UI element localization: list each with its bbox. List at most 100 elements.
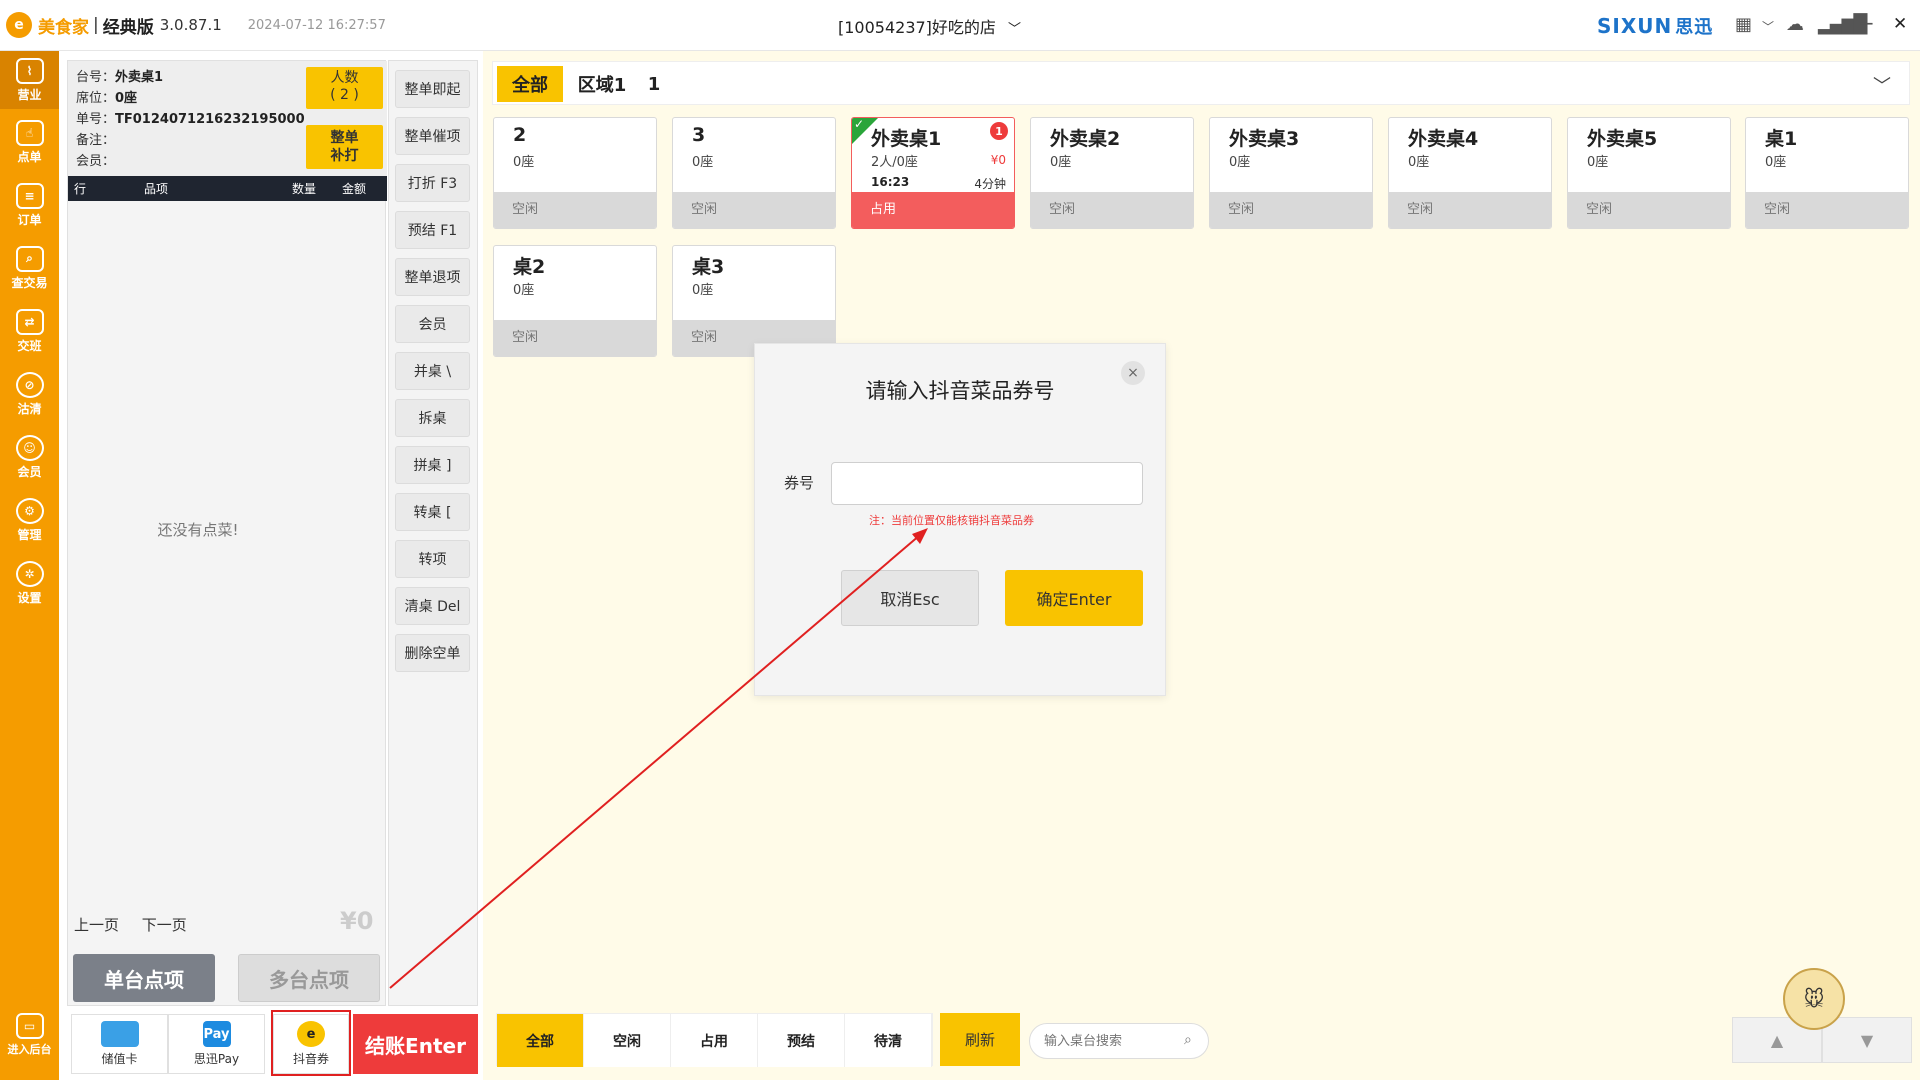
app-edition: 经典版 xyxy=(102,17,154,38)
search-doc-icon: ⌕ xyxy=(15,245,44,272)
multi-order-button[interactable]: 多台点项 xyxy=(238,954,380,1002)
item-count-badge: 1 xyxy=(990,122,1008,140)
table-seat: 0座 xyxy=(1765,155,1787,170)
close-icon[interactable]: ✕ xyxy=(1893,14,1907,34)
chevron-down-icon[interactable]: ﹀ xyxy=(1873,72,1891,98)
table-card-takeout-1[interactable]: ✓ 外卖桌1 1 2人/0座 ¥0 16:23 4分钟 占用 xyxy=(851,117,1015,229)
chevron-down-icon[interactable]: ﹀ xyxy=(1762,18,1774,35)
filter-occupied[interactable]: 占用 xyxy=(671,1014,758,1067)
filter-free[interactable]: 空闲 xyxy=(584,1014,671,1067)
coupon-note: 注：当前位置仅能核销抖音菜品券 xyxy=(869,514,1034,527)
order-items-header: 行 品项 数量 金额 xyxy=(68,176,387,201)
join-table-button[interactable]: 拼桌 ] xyxy=(395,446,470,484)
sixun-pay-button[interactable]: Pay 思迅Pay xyxy=(168,1014,265,1074)
page-down-button[interactable]: ▼ xyxy=(1822,1017,1912,1063)
shift-icon: ⇄ xyxy=(15,308,44,335)
table-open-time: 16:23 xyxy=(871,175,910,189)
return-all-button[interactable]: 整单退项 xyxy=(395,258,470,296)
table-search-input[interactable] xyxy=(1029,1023,1209,1059)
discount-button[interactable]: 打折 F3 xyxy=(395,164,470,202)
filter-to-clean[interactable]: 待清 xyxy=(845,1014,932,1067)
sidebar-item-transactions[interactable]: ⌕ 查交易 xyxy=(0,239,59,297)
table-name: 外卖桌4 xyxy=(1408,128,1479,150)
checkout-button[interactable]: 结账Enter xyxy=(353,1014,478,1074)
prev-page-button[interactable]: 上一页 xyxy=(74,916,119,934)
filter-pre-settled[interactable]: 预结 xyxy=(758,1014,845,1067)
table-name: 2 xyxy=(513,124,527,146)
table-card-desk-2[interactable]: 桌2 0座 空闲 xyxy=(493,245,657,357)
delete-empty-bill-button[interactable]: 删除空单 xyxy=(395,634,470,672)
sidebar-item-settings[interactable]: ✲ 设置 xyxy=(0,554,59,612)
fire-all-button[interactable]: 整单即起 xyxy=(395,70,470,108)
order-pager: 上一页 下一页 xyxy=(74,914,205,935)
people-count-button[interactable]: 人数( 2 ) xyxy=(306,67,383,109)
member-icon: ☺ xyxy=(15,434,44,461)
table-card-takeout-4[interactable]: 外卖桌4 0座 空闲 xyxy=(1388,117,1552,229)
sixun-logo-text: SIXUN xyxy=(1597,14,1673,38)
table-card-takeout-5[interactable]: 外卖桌5 0座 空闲 xyxy=(1567,117,1731,229)
table-card-takeout-2[interactable]: 外卖桌2 0座 空闲 xyxy=(1030,117,1194,229)
table-seat: 0座 xyxy=(1229,155,1251,170)
sidebar-item-soldout[interactable]: ⊘ 沽清 xyxy=(0,365,59,423)
transfer-item-button[interactable]: 转项 xyxy=(395,540,470,578)
pre-settle-button[interactable]: 预结 F1 xyxy=(395,211,470,249)
table-card-desk-3[interactable]: 桌3 0座 空闲 xyxy=(672,245,836,357)
table-status: 空闲 xyxy=(673,192,835,228)
merge-table-button[interactable]: 并桌 \ xyxy=(395,352,470,390)
refresh-button[interactable]: 刷新 xyxy=(940,1013,1020,1066)
sidebar-item-business[interactable]: ⌇ 营业 xyxy=(0,51,59,109)
next-page-button[interactable]: 下一页 xyxy=(142,916,187,934)
clear-table-button[interactable]: 清桌 Del xyxy=(395,587,470,625)
table-seat: 0座 xyxy=(1587,155,1609,170)
close-icon[interactable]: × xyxy=(1121,361,1145,385)
table-card-desk-1[interactable]: 桌1 0座 空闲 xyxy=(1745,117,1909,229)
backend-icon: ▭ xyxy=(15,1013,44,1039)
reprint-bill-button[interactable]: 整单 补打 xyxy=(306,125,383,169)
coupon-number-input[interactable] xyxy=(831,462,1143,505)
filter-all[interactable]: 全部 xyxy=(497,1014,584,1067)
member-button[interactable]: 会员 xyxy=(395,305,470,343)
table-seat: 0座 xyxy=(692,155,714,170)
tab-all-areas[interactable]: 全部 xyxy=(497,66,563,102)
confirm-button[interactable]: 确定Enter xyxy=(1005,570,1143,626)
coupon-number-label: 券号 xyxy=(784,474,815,492)
rush-all-button[interactable]: 整单催项 xyxy=(395,117,470,155)
grid-icon[interactable]: ▦ xyxy=(1735,14,1752,35)
cloud-icon[interactable]: ☁ xyxy=(1786,14,1804,35)
sidebar-item-order[interactable]: ☝ 点单 xyxy=(0,113,59,171)
tab-area-1-num[interactable]: 1 xyxy=(639,66,669,102)
column-header: 品项 xyxy=(144,182,169,196)
minimize-icon[interactable]: − xyxy=(1858,11,1875,35)
sidebar-item-shift[interactable]: ⇄ 交班 xyxy=(0,302,59,360)
sidebar-item-orders[interactable]: ≡ 订单 xyxy=(0,176,59,234)
sidebar-item-label: 订单 xyxy=(17,212,42,227)
table-card-takeout-3[interactable]: 外卖桌3 0座 空闲 xyxy=(1209,117,1373,229)
cancel-button[interactable]: 取消Esc xyxy=(841,570,979,626)
split-table-button[interactable]: 拆桌 xyxy=(395,399,470,437)
table-duration: 4分钟 xyxy=(974,177,1006,191)
table-status: 空闲 xyxy=(1746,192,1908,228)
chevron-up-icon: ▲ xyxy=(1770,1030,1784,1050)
transfer-table-button[interactable]: 转桌 [ xyxy=(395,493,470,531)
sidebar-item-manage[interactable]: ⚙ 管理 xyxy=(0,491,59,549)
table-name: 外卖桌3 xyxy=(1229,128,1300,150)
single-order-button[interactable]: 单台点项 xyxy=(73,954,215,1002)
table-name: 3 xyxy=(692,124,706,146)
sidebar-item-label: 营业 xyxy=(17,87,42,102)
sixun-logo-cn: 思迅 xyxy=(1675,17,1714,38)
sidebar-item-backend[interactable]: ▭ 进入后台 xyxy=(0,1006,59,1064)
stored-value-card-button[interactable]: 储值卡 xyxy=(71,1014,168,1074)
check-icon: ✓ xyxy=(854,117,865,131)
sidebar-item-member[interactable]: ☺ 会员 xyxy=(0,428,59,486)
action-column: 整单即起 整单催项 打折 F3 预结 F1 整单退项 会员 并桌 \ 拆桌 拼桌… xyxy=(388,60,478,1006)
table-card-2[interactable]: 2 0座 空闲 xyxy=(493,117,657,229)
table-card-3[interactable]: 3 0座 空闲 xyxy=(672,117,836,229)
store-selector[interactable]: [10054237]好吃的店 ﹀ xyxy=(838,14,1021,38)
assistant-mascot-icon[interactable]: 🐭 xyxy=(1783,968,1845,1030)
search-icon[interactable]: ⌕ xyxy=(1184,1032,1192,1048)
sidebar-item-label: 交班 xyxy=(17,338,42,353)
table-seat: 0座 xyxy=(1050,155,1072,170)
tab-area-1[interactable]: 区域1 xyxy=(569,66,635,102)
annotation-highlight-box xyxy=(271,1010,351,1076)
table-name: 桌1 xyxy=(1765,128,1798,150)
